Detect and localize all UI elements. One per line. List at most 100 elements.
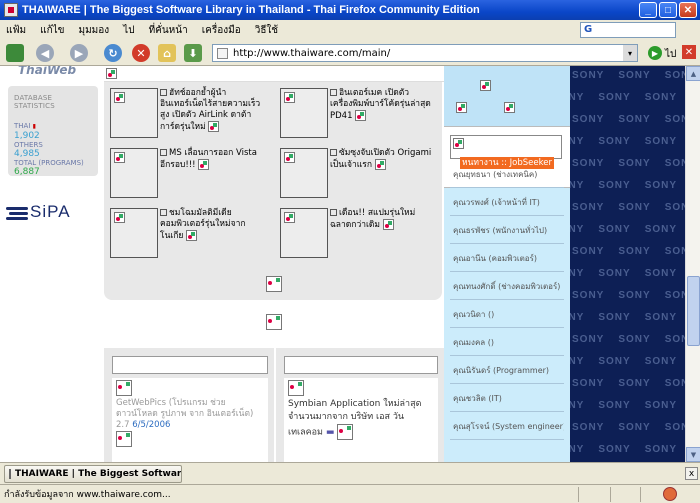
site-logo-fragment[interactable]: ThaiWeb: [18, 66, 76, 78]
scroll-down-icon[interactable]: ▼: [686, 447, 700, 462]
status-divider: [610, 487, 611, 502]
vertical-scrollbar[interactable]: ▲ ▼: [685, 66, 700, 462]
news-item[interactable]: ฮัทช์ออกย้ำผู้นำอินเทอร์เน็ตไร้สายความเร…: [104, 88, 264, 144]
menu-edit[interactable]: แก้ไข: [40, 23, 64, 38]
sony-pattern-row: SONYSONYSONYSONY: [572, 202, 685, 213]
maximize-button[interactable]: □: [659, 2, 677, 18]
sony-pattern-row: SONYSONYSONYSONY: [570, 180, 678, 191]
url-dropdown-icon[interactable]: ▾: [623, 45, 637, 61]
job-list-item[interactable]: คุณนิรันดร์ (Programmer): [450, 360, 564, 384]
window-titlebar: THAIWARE | The Biggest Software Library …: [0, 0, 700, 20]
software-description[interactable]: Symbian Application ใหม่ล่าสุดจำนวนมากจา…: [288, 398, 434, 440]
software-description[interactable]: GetWebPics (โปรแกรม ช่วยดาวน์โหลด รูปภาพ…: [116, 398, 264, 431]
news-thumbnail[interactable]: [110, 148, 158, 198]
broken-image-icon: [504, 102, 515, 113]
job-list-item[interactable]: คุณสุโรจน์ (System engineer): [450, 416, 564, 440]
job-list-item[interactable]: คุณทนงศักดิ์ (ช่างคอมพิวเตอร์): [450, 276, 564, 300]
job-list-item[interactable]: คุณยุทธนา (ช่างเทคนิค): [450, 164, 564, 188]
sipa-logo[interactable]: SiPA: [6, 202, 71, 222]
stats-header: DATABASE STATISTICS: [14, 94, 55, 110]
job-list-item[interactable]: คุณธรพัชร (พนักงานทั่วไป): [450, 220, 564, 244]
news-item[interactable]: MS เลื่อนการออก Vista อีกรอบ!!!: [104, 148, 264, 204]
close-tab-icon[interactable]: ✕: [682, 45, 696, 59]
news-thumbnail[interactable]: [280, 88, 328, 138]
news-thumbnail[interactable]: [110, 88, 158, 138]
tab-thaiware[interactable]: THAIWARE | The Biggest Software Li...: [4, 465, 182, 483]
go-button-label[interactable]: ไป: [665, 47, 676, 62]
menu-file[interactable]: แฟ้ม: [6, 23, 26, 38]
menu-help[interactable]: วิธีใช้: [255, 23, 278, 38]
card-body: Symbian Application ใหม่ล่าสุดจำนวนมากจา…: [284, 378, 438, 462]
menu-bookmarks[interactable]: ที่คั่นหน้า: [149, 23, 188, 38]
job-list-item[interactable]: คุณวนิดา (): [450, 304, 564, 328]
status-divider: [640, 487, 641, 502]
sidebar-toggle-icon[interactable]: [6, 44, 24, 62]
forward-icon[interactable]: ▶: [70, 44, 88, 62]
minimize-button[interactable]: _: [639, 2, 657, 18]
firefox-icon: [4, 3, 18, 17]
sony-pattern-row: SONYSONYSONYSONY: [572, 114, 685, 125]
news-thumbnail[interactable]: [280, 148, 328, 198]
google-icon: G: [584, 24, 593, 35]
card-header: [112, 356, 268, 374]
news-thumbnail[interactable]: [280, 208, 328, 258]
status-smiley-icon[interactable]: [663, 487, 677, 501]
sony-banner[interactable]: SONY SONY SO NY SONY SONY SONY SONY SO NY SONY SONY…: [570, 66, 685, 462]
checkbox-icon: [160, 149, 167, 156]
reload-icon[interactable]: ↻: [104, 44, 122, 62]
news-title[interactable]: ชมโฉมมัลติมีเดียคอมพิวเตอร์รุ่นใหม่จากโน…: [160, 208, 246, 241]
news-item[interactable]: ชมโฉมมัลติมีเดียคอมพิวเตอร์รุ่นใหม่จากโน…: [104, 208, 264, 264]
card-header: [284, 356, 438, 374]
sony-pattern-row: SONYSONYSONYSONY: [572, 334, 685, 345]
scroll-up-icon[interactable]: ▲: [686, 66, 700, 81]
url-bar[interactable]: http://www.thaiware.com/main/ ▾: [212, 44, 638, 62]
broken-image-icon: [114, 92, 125, 103]
job-list-item[interactable]: คุณอานีน (คอมพิวเตอร์): [450, 248, 564, 272]
news-item[interactable]: อินเตอร์เมค เปิดตัวเครื่องพิมพ์บาร์โค้ดร…: [274, 88, 434, 144]
broken-image-icon: [266, 314, 282, 330]
checkbox-icon: [160, 89, 167, 96]
job-list-item[interactable]: คุณมงคล (): [450, 332, 564, 356]
back-icon[interactable]: ◀: [36, 44, 54, 62]
checkbox-icon: [330, 149, 337, 156]
home-icon[interactable]: ⌂: [158, 44, 176, 62]
stop-icon[interactable]: ✕: [132, 44, 150, 62]
job-list-item[interactable]: คุณชวลิต (IT): [450, 388, 564, 412]
tab-title[interactable]: THAIWARE | The Biggest Software Li...: [15, 469, 181, 479]
jobseeker-image[interactable]: [450, 135, 562, 159]
news-item[interactable]: เดือน!! สแปมรุ่นใหม่ ฉลาดกว่าเดิม: [274, 208, 434, 264]
scrollbar-thumb[interactable]: [687, 276, 700, 346]
sony-pattern-row: SONYSONYSONYSONY: [572, 70, 685, 81]
job-list-item[interactable]: คุณวรพงศ์ (เจ้าหน้าที่ IT): [450, 192, 564, 216]
search-input[interactable]: G: [580, 22, 676, 38]
broken-image-icon: [186, 230, 198, 241]
news-title[interactable]: อินเตอร์เมค เปิดตัวเครื่องพิมพ์บาร์โค้ดร…: [330, 88, 431, 121]
url-text[interactable]: http://www.thaiware.com/main/: [233, 48, 390, 59]
jobs-column: หนทางาน :: JobSeeker คุณยุทธนา (ช่างเทคน…: [444, 66, 570, 462]
news-item[interactable]: ซัมซุงจับเปิดตัว Origami เป็นเจ้าแรก: [274, 148, 434, 204]
checkbox-icon: [330, 209, 337, 216]
broken-image-icon: [355, 110, 367, 121]
sony-pattern-row: SONYSONYSONYSONY: [570, 444, 678, 455]
thai-label: THAI ▮: [14, 122, 36, 130]
broken-image-icon: [116, 431, 132, 447]
broken-image-icon: [208, 121, 220, 132]
broken-image-icon: [198, 159, 210, 170]
go-icon[interactable]: ▶: [648, 46, 662, 60]
close-window-button[interactable]: ✕: [679, 2, 697, 18]
broken-image-icon: [106, 68, 117, 79]
close-tab-button[interactable]: x: [685, 467, 698, 480]
news-title[interactable]: เดือน!! สแปมรุ่นใหม่ ฉลาดกว่าเดิม: [330, 208, 415, 230]
menu-tools[interactable]: เครื่องมือ: [202, 23, 241, 38]
news-thumbnail[interactable]: [110, 208, 158, 258]
card-body: GetWebPics (โปรแกรม ช่วยดาวน์โหลด รูปภาพ…: [112, 378, 268, 462]
tab-bar: THAIWARE | The Biggest Software Li... x: [0, 462, 700, 484]
page-viewport: ThaiWeb DATABASE STATISTICS THAI ▮ 1,902…: [0, 66, 685, 462]
sony-pattern-row: SONYSONYSONYSONY: [572, 378, 685, 389]
download-icon[interactable]: ⬇: [184, 44, 202, 62]
software-card-left: GetWebPics (โปรแกรม ช่วยดาวน์โหลด รูปภาพ…: [104, 348, 274, 462]
menu-view[interactable]: มุมมอง: [79, 23, 110, 38]
broken-image-icon: [480, 80, 491, 91]
sony-pattern-row: SONYSONYSONYSONY: [570, 136, 678, 147]
menu-go[interactable]: ไป: [123, 23, 134, 38]
